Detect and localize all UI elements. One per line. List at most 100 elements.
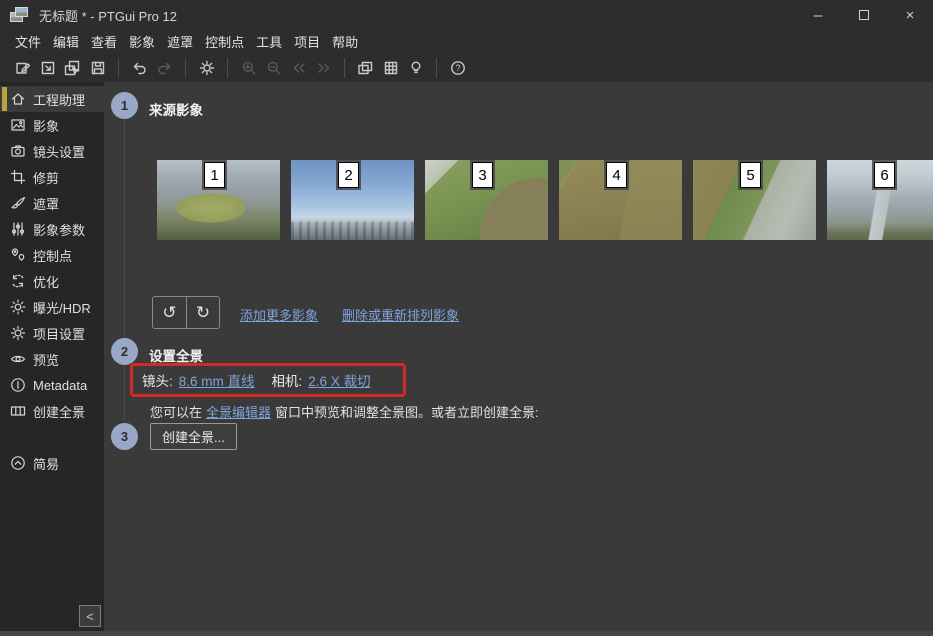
close-button[interactable]: × <box>887 0 933 30</box>
sidebar-item-create-panorama[interactable]: 创建全景 <box>0 398 104 424</box>
sidebar-item-label: 预览 <box>33 350 59 369</box>
undo-button[interactable] <box>128 56 151 79</box>
source-image-thumbnail[interactable]: 2 <box>291 160 414 240</box>
source-image-thumbnail[interactable]: 1 <box>157 160 280 240</box>
lens-label: 镜头: <box>142 370 173 390</box>
zoom-out-button <box>262 56 285 79</box>
image-number-badge: 3 <box>472 162 493 188</box>
menu-item-help[interactable]: 帮助 <box>326 30 364 53</box>
minimize-button[interactable]: – <box>795 0 841 30</box>
sidebar-item-simple-mode[interactable]: 简易 <box>0 450 104 476</box>
source-image-thumbnail[interactable]: 5 <box>693 160 816 240</box>
panorama-icon <box>10 403 26 419</box>
sidebar-item-label: 影象 <box>33 116 59 135</box>
image-number-badge: 2 <box>338 162 359 188</box>
menu-item-project[interactable]: 项目 <box>288 30 326 53</box>
ptgui-window: 无标题 * - PTGui Pro 12 – × 文件 编辑 查看 影象 遮罩 … <box>0 0 933 636</box>
add-more-images-link[interactable]: 添加更多影象 <box>240 305 318 324</box>
red-highlight-box: 镜头: 8.6 mm 直线 相机: 2.6 X 裁切 <box>130 363 406 397</box>
sidebar-item-exposure-hdr[interactable]: 曝光/HDR <box>0 294 104 320</box>
sidebar-item-image-parameters[interactable]: 影象参数 <box>0 216 104 242</box>
menu-item-edit[interactable]: 编辑 <box>47 30 85 53</box>
step-connector-line <box>124 366 125 422</box>
new-project-icon <box>15 60 31 76</box>
step-connector-line <box>124 120 125 337</box>
create-panorama-button[interactable]: 创建全景... <box>150 423 237 450</box>
map-pins-icon <box>10 247 26 263</box>
sidebar: 工程助理 影象 镜头设置 修剪 遮罩 影象参数 <box>0 82 104 631</box>
menu-item-file[interactable]: 文件 <box>9 30 47 53</box>
sentence-text: 窗口中预览和调整全景图。或者立即创建全景: <box>275 405 539 420</box>
panorama-editor-button[interactable] <box>354 56 377 79</box>
app-logo-icon <box>10 7 30 23</box>
camera-label: 相机: <box>272 370 303 390</box>
help-button[interactable]: ? <box>446 56 469 79</box>
menu-item-tools[interactable]: 工具 <box>250 30 288 53</box>
sidebar-item-crop[interactable]: 修剪 <box>0 164 104 190</box>
camera-icon <box>10 143 26 159</box>
rotate-cw-button[interactable]: ↻ <box>186 297 219 328</box>
toolbar-separator <box>227 58 228 78</box>
next-image-button <box>312 56 335 79</box>
menu-item-view[interactable]: 查看 <box>85 30 123 53</box>
open-copy-icon <box>64 60 81 76</box>
previous-icon <box>291 61 307 75</box>
source-image-thumbnail[interactable]: 6 <box>827 160 933 240</box>
rotate-button-group: ↺ ↻ <box>152 296 220 329</box>
sidebar-item-project-settings[interactable]: 项目设置 <box>0 320 104 346</box>
open-project-button[interactable] <box>36 56 59 79</box>
toolbar-separator <box>436 58 437 78</box>
menu-item-images[interactable]: 影象 <box>123 30 161 53</box>
maximize-button[interactable] <box>841 0 887 30</box>
maximize-icon <box>859 10 869 20</box>
open-project-icon <box>40 60 56 76</box>
sidebar-item-optimize[interactable]: 优化 <box>0 268 104 294</box>
sidebar-item-label: 优化 <box>33 272 59 291</box>
window-controls: – × <box>795 0 933 30</box>
sidebar-collapse-button[interactable]: < <box>79 605 101 627</box>
sidebar-item-control-points[interactable]: 控制点 <box>0 242 104 268</box>
remove-rearrange-images-link[interactable]: 删除或重新排列影象 <box>342 305 459 324</box>
zoom-in-icon <box>241 60 257 76</box>
new-project-button[interactable] <box>11 56 34 79</box>
save-icon <box>90 60 106 76</box>
sidebar-item-mask[interactable]: 遮罩 <box>0 190 104 216</box>
panorama-editor-link[interactable]: 全景编辑器 <box>206 405 271 420</box>
sidebar-item-images[interactable]: 影象 <box>0 112 104 138</box>
image-number-badge: 6 <box>874 162 895 188</box>
open-copy-button[interactable] <box>61 56 84 79</box>
titlebar: 无标题 * - PTGui Pro 12 – × <box>0 0 933 30</box>
camera-crop-link[interactable]: 2.6 X 裁切 <box>308 370 370 390</box>
sidebar-item-label: 影象参数 <box>33 220 85 239</box>
menu-item-mask[interactable]: 遮罩 <box>161 30 199 53</box>
eye-icon <box>10 351 26 367</box>
menubar: 文件 编辑 查看 影象 遮罩 控制点 工具 项目 帮助 <box>0 30 933 53</box>
toolbar-separator <box>118 58 119 78</box>
sidebar-item-preview[interactable]: 预览 <box>0 346 104 372</box>
chevron-up-circle-icon <box>10 455 26 471</box>
zoom-in-button <box>237 56 260 79</box>
detail-viewer-button[interactable] <box>379 56 402 79</box>
sidebar-item-label: 创建全景 <box>33 402 85 421</box>
redo-button <box>153 56 176 79</box>
save-project-button[interactable] <box>86 56 109 79</box>
step-1-badge: 1 <box>111 92 138 119</box>
step-2-badge: 2 <box>111 338 138 365</box>
tips-button[interactable] <box>404 56 427 79</box>
sidebar-item-metadata[interactable]: Metadata <box>0 372 104 398</box>
sun-icon <box>10 299 26 315</box>
lens-link[interactable]: 8.6 mm 直线 <box>179 370 255 390</box>
sidebar-item-label: 项目设置 <box>33 324 85 343</box>
source-image-thumbnail[interactable]: 3 <box>425 160 548 240</box>
menu-item-control-points[interactable]: 控制点 <box>199 30 250 53</box>
sidebar-item-label: 遮罩 <box>33 194 59 213</box>
zoom-out-icon <box>266 60 282 76</box>
sidebar-item-lens-settings[interactable]: 镜头设置 <box>0 138 104 164</box>
source-image-thumbnail[interactable]: 4 <box>559 160 682 240</box>
panorama-editor-sentence: 您可以在全景编辑器窗口中预览和调整全景图。或者立即创建全景: <box>150 402 539 421</box>
sidebar-item-project-assistant[interactable]: 工程助理 <box>0 86 104 112</box>
settings-button[interactable] <box>195 56 218 79</box>
panorama-editor-icon <box>357 60 374 76</box>
sidebar-item-label: 工程助理 <box>33 90 85 109</box>
rotate-ccw-button[interactable]: ↺ <box>153 297 186 328</box>
